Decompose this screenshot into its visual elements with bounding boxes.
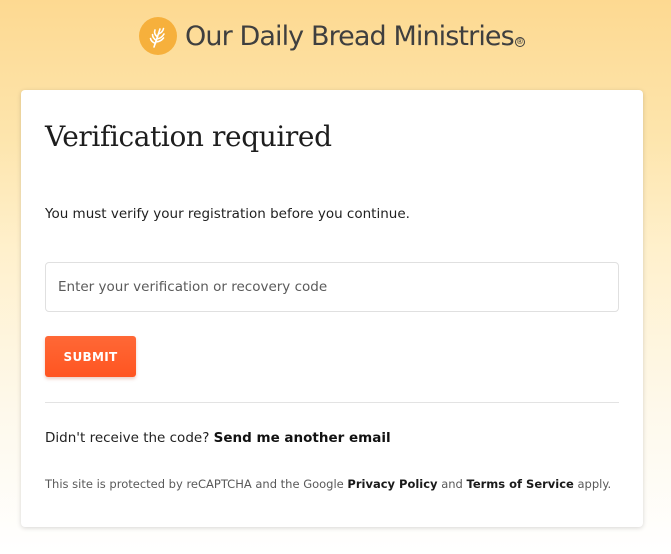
privacy-policy-link[interactable]: Privacy Policy <box>347 477 437 491</box>
brand-name: Our Daily Bread Ministries <box>185 20 515 52</box>
page-title: Verification required <box>45 120 332 153</box>
registered-mark: ® <box>514 37 525 47</box>
resend-prompt: Didn't receive the code? Send me another… <box>45 430 391 446</box>
recaptcha-notice: This site is protected by reCAPTCHA and … <box>45 477 611 491</box>
resend-prompt-text: Didn't receive the code? <box>45 430 214 446</box>
verification-card: Verification required You must verify yo… <box>21 90 643 527</box>
terms-of-service-link[interactable]: Terms of Service <box>467 477 574 491</box>
recaptcha-notice-suffix: apply. <box>573 477 612 491</box>
divider <box>45 402 619 403</box>
recaptcha-notice-prefix: This site is protected by reCAPTCHA and … <box>45 477 348 491</box>
description-text: You must verify your registration before… <box>45 206 410 222</box>
recaptcha-notice-and: and <box>437 477 467 491</box>
wheat-icon <box>139 17 177 55</box>
resend-email-link[interactable]: Send me another email <box>214 430 391 446</box>
brand-header: Our Daily Bread Ministries ® <box>139 14 525 58</box>
verification-code-input[interactable] <box>45 262 619 312</box>
submit-button[interactable]: SUBMIT <box>45 336 136 377</box>
